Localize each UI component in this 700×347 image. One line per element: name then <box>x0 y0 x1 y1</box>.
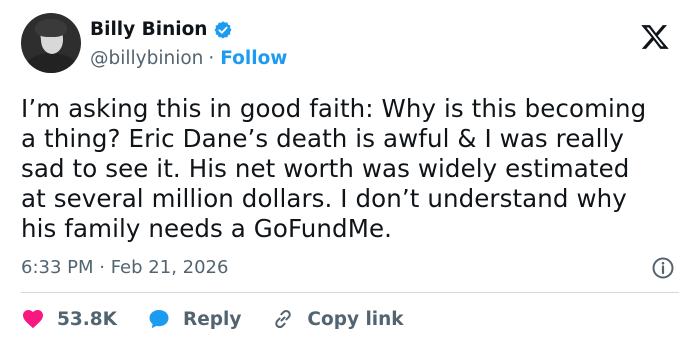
info-icon[interactable] <box>651 256 675 280</box>
link-icon <box>275 309 292 329</box>
tweet-line: a thing? Eric Dane’s death is awful & I … <box>21 124 625 153</box>
copy-link-button[interactable]: Copy link <box>271 307 404 331</box>
avatar[interactable] <box>21 13 81 73</box>
x-logo-icon[interactable] <box>640 22 670 52</box>
like-count: 53.8K <box>57 308 117 330</box>
verified-badge-icon <box>214 20 232 38</box>
reply-label: Reply <box>182 308 242 330</box>
author-handle[interactable]: @billybinion <box>90 48 203 69</box>
copy-link-label: Copy link <box>307 308 404 330</box>
handle-separator: · <box>208 48 215 69</box>
avatar-hair <box>35 19 67 37</box>
tweet-line: sad to see it. His net worth was widely … <box>21 154 630 183</box>
tweet-line: his family needs a GoFundMe. <box>21 214 393 243</box>
heart-icon <box>23 310 43 329</box>
tweet-line: at several million dollars. I don’t unde… <box>21 184 627 213</box>
tweet-card: Billy Binion @billybinion · Follow I’m a… <box>0 0 700 347</box>
author-name-row: Billy Binion <box>90 19 233 40</box>
divider <box>21 292 679 293</box>
like-button[interactable]: 53.8K <box>21 307 117 331</box>
author-handle-row: @billybinion · Follow <box>90 48 287 69</box>
avatar-shoulders <box>25 53 77 73</box>
action-bar: 53.8K Reply Copy link <box>21 305 434 333</box>
speech-bubble-icon <box>149 310 169 329</box>
author-display-name[interactable]: Billy Binion <box>90 19 207 40</box>
tweet-line: I’m asking this in good faith: Why is th… <box>21 94 647 123</box>
reply-button[interactable]: Reply <box>147 307 241 331</box>
tweet-text: I’m asking this in good faith: Why is th… <box>21 94 681 244</box>
tweet-timestamp[interactable]: 6:33 PM · Feb 21, 2026 <box>21 257 228 278</box>
follow-button[interactable]: Follow <box>220 48 287 69</box>
